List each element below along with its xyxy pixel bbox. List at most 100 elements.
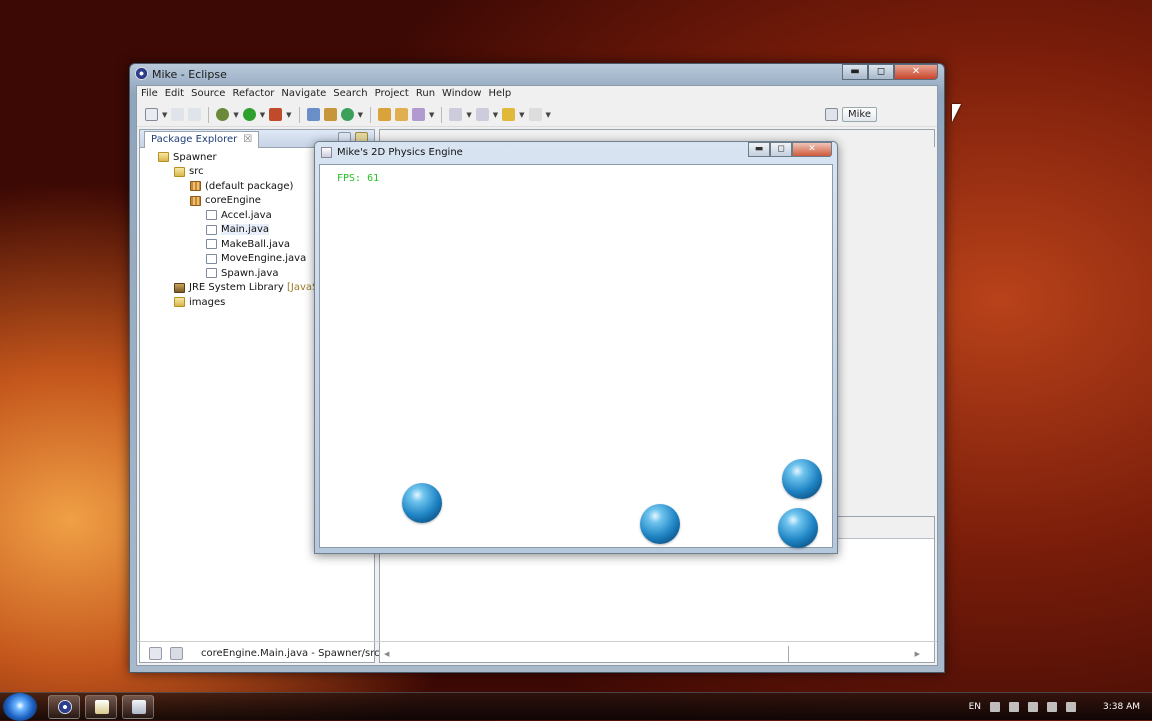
menu-file[interactable]: File [141,86,163,103]
physics-minimize-button[interactable]: ▬ [748,142,770,157]
java-file-icon [206,268,217,279]
network-icon[interactable] [1028,702,1038,712]
tree-label: (default package) [205,180,294,192]
physics-canvas[interactable]: FPS: 61 [319,164,833,548]
fast-view-icon[interactable] [149,647,162,660]
clock[interactable]: 3:38 AM [1103,702,1140,712]
language-indicator[interactable]: EN [969,702,981,712]
physics-engine-window: Mike's 2D Physics Engine ▬ ◻ ✕ FPS: 61 [314,141,838,554]
perspective-button[interactable]: Mike [842,107,877,122]
taskbar-app-notepad[interactable] [85,695,117,719]
run-dropdown-icon[interactable]: ▼ [260,111,265,119]
flag-icon[interactable] [1009,702,1019,712]
next-annotation-icon[interactable] [449,108,463,121]
menu-help[interactable]: Help [488,86,516,103]
new-java-project-icon[interactable] [306,108,320,121]
ball [640,504,680,544]
menu-navigate[interactable]: Navigate [281,86,331,103]
screen-icon[interactable] [990,702,1000,712]
open-type-icon[interactable] [377,108,391,121]
new-package-icon[interactable] [323,108,337,121]
menu-window[interactable]: Window [442,86,486,103]
taskbar-app-eclipse[interactable] [48,695,80,719]
tree-label: images [189,296,226,308]
save-icon[interactable] [171,108,185,121]
ball [402,483,442,523]
tree-label: MakeBall.java [221,238,291,250]
new-dropdown-icon[interactable]: ▼ [162,111,167,119]
fps-counter: FPS: 61 [337,173,380,184]
problems-icon[interactable] [170,647,183,660]
previous-annotation-dropdown-icon[interactable]: ▼ [493,111,498,119]
tree-label: Spawner [173,151,217,163]
status-text: coreEngine.Main.java - Spawner/src [201,648,380,659]
ball [778,508,818,548]
ball [782,459,822,499]
new-class-icon[interactable] [340,108,354,121]
physics-restore-button[interactable]: ◻ [770,142,792,157]
debug-dropdown-icon[interactable]: ▼ [233,111,238,119]
java-file-icon [206,253,217,264]
menu-search[interactable]: Search [333,86,372,103]
search-icon[interactable] [411,108,425,121]
system-tray: EN 3:38 AM [969,693,1152,721]
java-app-icon [132,700,146,714]
back-dropdown-icon[interactable]: ▼ [519,111,524,119]
back-icon[interactable] [502,108,516,121]
main-toolbar: ▼ ▼ ▼ ▼ ▼ ▼ ▼ ▼ ▼ ▼ [137,103,937,127]
taskbar: EN 3:38 AM [0,692,1152,721]
start-button[interactable] [3,693,37,721]
library-icon [174,282,185,293]
tree-label: Spawn.java [221,267,279,279]
vertical-scrollbar[interactable] [920,545,930,648]
menu-refactor[interactable]: Refactor [232,86,279,103]
taskbar-app-java[interactable] [122,695,154,719]
toolbar-separator [369,106,371,123]
close-button[interactable]: ✕ [894,64,938,80]
power-icon[interactable] [1047,702,1057,712]
java-file-icon [206,210,217,221]
toolbar-separator [298,106,300,123]
new-class-dropdown-icon[interactable]: ▼ [358,111,363,119]
eclipse-icon [135,67,148,80]
forward-icon[interactable] [528,108,542,121]
open-perspective-icon[interactable] [825,108,838,121]
external-tools-dropdown-icon[interactable]: ▼ [286,111,291,119]
folder-icon [174,297,185,308]
menu-source[interactable]: Source [191,86,230,103]
run-icon[interactable] [242,108,256,121]
status-bar: coreEngine.Main.java - Spawner/src [137,641,937,665]
search-dropdown-icon[interactable]: ▼ [429,111,434,119]
physics-close-button[interactable]: ✕ [792,142,832,157]
project-folder-icon [158,152,169,163]
eclipse-icon [58,700,72,714]
java-file-icon [206,239,217,250]
debug-icon[interactable] [216,108,230,121]
eclipse-titlebar[interactable]: Mike - Eclipse ▬ ◻ ✕ [130,64,944,84]
menu-project[interactable]: Project [375,86,414,103]
previous-annotation-icon[interactable] [475,108,489,121]
status-separator [787,645,789,662]
notepad-icon [95,700,109,714]
external-tools-icon[interactable] [269,108,283,121]
close-icon[interactable]: ☒ [243,134,252,145]
forward-dropdown-icon[interactable]: ▼ [546,111,551,119]
new-icon[interactable] [145,108,158,121]
maximize-button[interactable]: ◻ [868,64,894,80]
tree-label: src [189,166,204,178]
tree-label: MoveEngine.java [221,253,307,265]
open-folder-icon[interactable] [394,108,408,121]
next-annotation-dropdown-icon[interactable]: ▼ [466,111,471,119]
print-icon[interactable] [188,108,202,121]
tree-label: Main.java [221,224,270,236]
source-folder-icon [174,166,185,177]
java-app-icon [321,147,332,158]
volume-icon[interactable] [1066,702,1076,712]
perspective-switcher: Mike [825,107,877,122]
tab-label: Package Explorer [151,134,238,145]
menu-run[interactable]: Run [416,86,440,103]
menu-edit[interactable]: Edit [165,86,189,103]
minimize-button[interactable]: ▬ [842,64,868,80]
tab-package-explorer[interactable]: Package Explorer ☒ [144,131,260,148]
tree-label: JRE System Library [189,282,284,294]
